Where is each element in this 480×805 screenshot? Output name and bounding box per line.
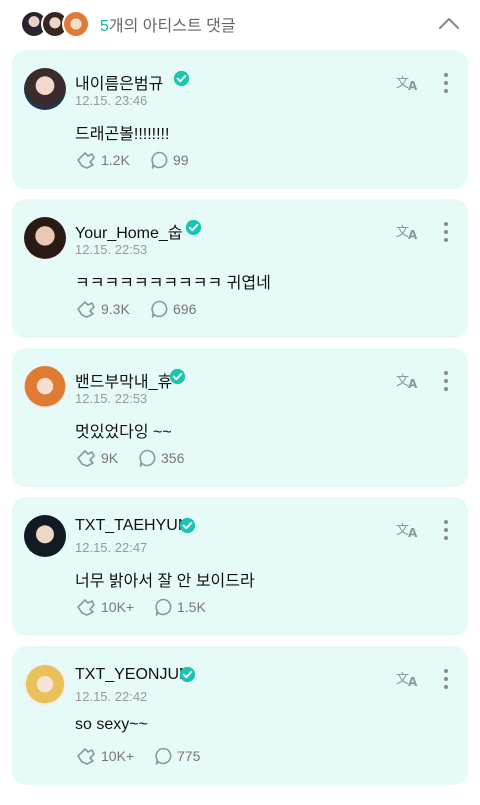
like-count: 1.2K: [101, 152, 130, 168]
verified-badge-icon: [173, 70, 190, 87]
like-count: 9K: [101, 450, 119, 466]
comment-timestamp: 12.15. 23:46: [75, 93, 148, 108]
translate-icon[interactable]: 文A: [396, 221, 420, 241]
comment-card: TXT_TAEHYUN 12.15. 22:47 너무 밝아서 잘 안 보이드라…: [12, 497, 468, 636]
more-vertical-icon[interactable]: [442, 668, 450, 690]
comment-text: 멋있었다잉 ~~: [75, 424, 172, 441]
speech-bubble-icon[interactable]: [154, 597, 174, 617]
svg-text:A: A: [408, 79, 418, 92]
comment-timestamp: 12.15. 22:42: [75, 689, 148, 704]
translate-icon[interactable]: 文A: [396, 72, 420, 92]
speech-bubble-icon[interactable]: [138, 448, 158, 468]
avatar[interactable]: [24, 366, 66, 408]
reaction-icon[interactable]: [75, 597, 97, 617]
speech-bubble-icon[interactable]: [154, 746, 174, 766]
speech-bubble-icon[interactable]: [150, 150, 170, 170]
section-title-text: 개의 아티스트 댓글: [108, 18, 236, 35]
artist-comment-count: 5: [100, 18, 109, 35]
avatar[interactable]: [24, 217, 66, 259]
artist-avatar-stack: [20, 10, 90, 38]
more-vertical-icon[interactable]: [442, 519, 450, 541]
verified-badge-icon: [179, 666, 196, 683]
author-name[interactable]: TXT_YEONJUN: [75, 666, 191, 684]
comment-text: ㅋㅋㅋㅋㅋㅋㅋㅋㅋㅋ 귀엽네: [75, 275, 271, 292]
comment-text: 드래곤볼!!!!!!!!: [75, 126, 170, 143]
verified-badge-icon: [169, 368, 186, 385]
reaction-icon[interactable]: [75, 746, 97, 766]
speech-bubble-icon[interactable]: [150, 299, 170, 319]
avatar[interactable]: [24, 664, 66, 706]
comment-card: TXT_YEONJUN 12.15. 22:42 so sexy~~ 文A 10…: [12, 646, 468, 785]
avatar[interactable]: [24, 68, 66, 110]
reply-count: 1.5K: [177, 599, 206, 615]
comment-text: so sexy~~: [75, 716, 148, 733]
reply-count: 356: [161, 450, 185, 466]
comment-card: 내이름은범규 12.15. 23:46 드래곤볼!!!!!!!! 文A 1.2K…: [12, 50, 468, 189]
reaction-icon[interactable]: [75, 299, 97, 319]
translate-icon[interactable]: 文A: [396, 370, 420, 390]
comment-timestamp: 12.15. 22:53: [75, 391, 148, 406]
reaction-icon[interactable]: [75, 150, 97, 170]
author-name[interactable]: Your_Home_숩: [75, 219, 183, 243]
svg-text:A: A: [408, 228, 418, 241]
like-count: 10K+: [101, 748, 135, 764]
reply-count: 775: [177, 748, 201, 764]
more-vertical-icon[interactable]: [442, 72, 450, 94]
comment-card: Your_Home_숩 12.15. 22:53 ㅋㅋㅋㅋㅋㅋㅋㅋㅋㅋ 귀엽네 …: [12, 199, 468, 338]
translate-icon[interactable]: 文A: [396, 519, 420, 539]
author-name[interactable]: 밴드부막내_휴: [75, 368, 172, 392]
verified-badge-icon: [179, 517, 196, 534]
author-name[interactable]: 내이름은범규: [75, 70, 163, 94]
more-vertical-icon[interactable]: [442, 370, 450, 392]
more-vertical-icon[interactable]: [442, 221, 450, 243]
comment-text: 너무 밝아서 잘 안 보이드라: [75, 573, 255, 590]
avatar[interactable]: [24, 515, 66, 557]
reply-count: 99: [173, 152, 189, 168]
verified-badge-icon: [185, 219, 202, 236]
avatar: [62, 10, 90, 38]
svg-text:A: A: [408, 526, 418, 539]
artist-comments-header: 5개의 아티스트 댓글: [0, 0, 480, 46]
comment-timestamp: 12.15. 22:53: [75, 242, 148, 257]
translate-icon[interactable]: 文A: [396, 668, 420, 688]
like-count: 9.3K: [101, 301, 130, 317]
svg-text:A: A: [408, 675, 418, 688]
comment-timestamp: 12.15. 22:47: [75, 540, 148, 555]
comment-card: 밴드부막내_휴 12.15. 22:53 멋있었다잉 ~~ 文A 9K 356: [12, 348, 468, 487]
author-name[interactable]: TXT_TAEHYUN: [75, 517, 189, 535]
svg-text:A: A: [408, 377, 418, 390]
like-count: 10K+: [101, 599, 135, 615]
reaction-icon[interactable]: [75, 448, 97, 468]
chevron-up-icon[interactable]: [436, 12, 462, 34]
section-title: 5개의 아티스트 댓글: [100, 12, 236, 36]
reply-count: 696: [173, 301, 197, 317]
